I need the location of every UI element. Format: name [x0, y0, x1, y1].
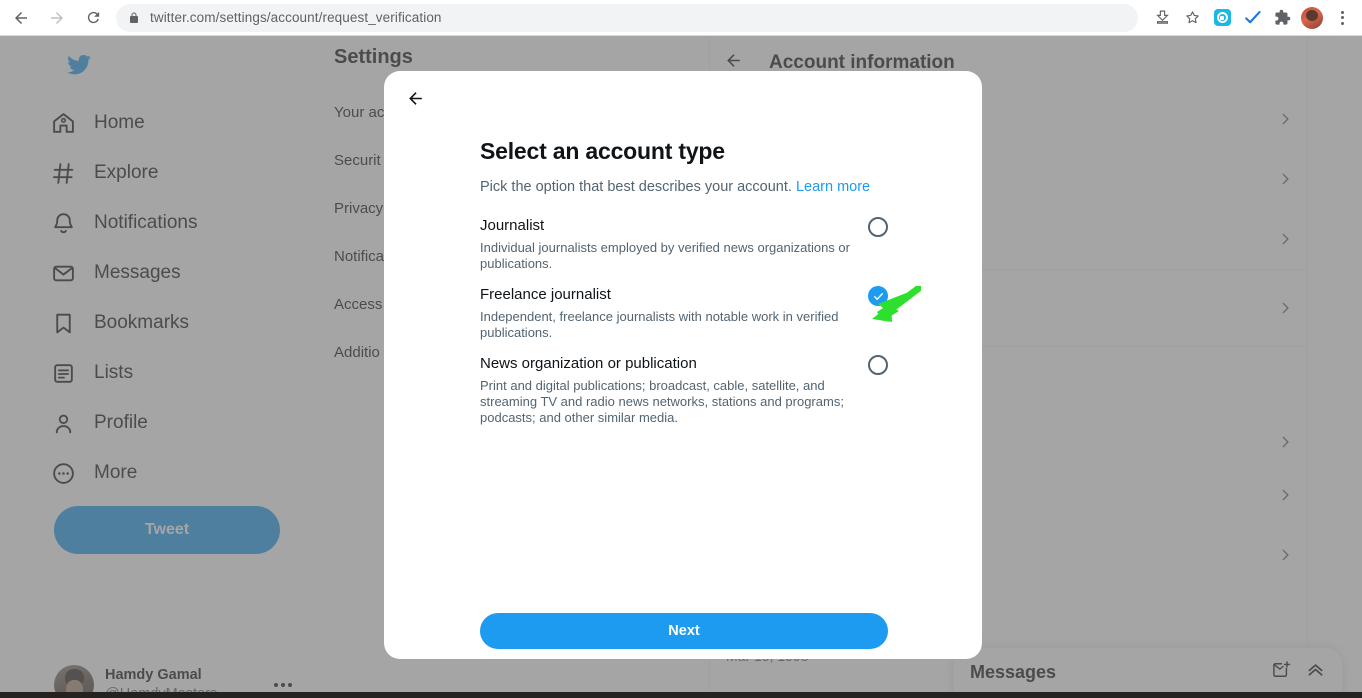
browser-back-button[interactable]: [6, 3, 36, 33]
bookmark-star-icon[interactable]: [1178, 4, 1206, 32]
option-news-organization[interactable]: News organization or publication Print a…: [480, 353, 888, 426]
extension-badge-icon[interactable]: [1208, 4, 1236, 32]
install-icon[interactable]: [1148, 4, 1176, 32]
twitter-page: Home Explore Notifications Messages: [0, 36, 1362, 692]
option-description: Print and digital publications; broadcas…: [480, 378, 844, 425]
annotation-arrow-icon: [869, 284, 923, 337]
modal-back-button[interactable]: [398, 81, 432, 115]
profile-avatar-icon[interactable]: [1298, 4, 1326, 32]
taskbar: [0, 692, 1362, 698]
modal-title: Select an account type: [480, 138, 725, 164]
next-button[interactable]: Next: [480, 613, 888, 649]
option-journalist[interactable]: Journalist Individual journalists employ…: [480, 215, 888, 272]
option-label: Freelance journalist: [480, 286, 611, 303]
modal-body: Select an account type Pick the option t…: [480, 137, 888, 438]
browser-toolbar: twitter.com/settings/account/request_ver…: [0, 0, 1362, 36]
modal-subtitle-text: Pick the option that best describes your…: [480, 179, 792, 195]
extensions-puzzle-icon[interactable]: [1268, 4, 1296, 32]
browser-reload-button[interactable]: [78, 3, 108, 33]
checkmark-extension-icon[interactable]: [1238, 4, 1266, 32]
account-type-options: Journalist Individual journalists employ…: [480, 215, 888, 426]
url-text: twitter.com/settings/account/request_ver…: [150, 10, 442, 25]
option-description: Individual journalists employed by verif…: [480, 240, 850, 271]
modal-subtitle: Pick the option that best describes your…: [480, 177, 888, 197]
browser-forward-button[interactable]: [42, 3, 72, 33]
address-bar[interactable]: twitter.com/settings/account/request_ver…: [116, 3, 1138, 32]
learn-more-link[interactable]: Learn more: [796, 179, 870, 195]
news-organization-radio[interactable]: [868, 355, 888, 375]
option-freelance-journalist[interactable]: Freelance journalist Independent, freela…: [480, 284, 888, 341]
option-description: Independent, freelance journalists with …: [480, 309, 839, 340]
lock-icon: [128, 11, 140, 25]
select-account-type-modal: Select an account type Pick the option t…: [384, 71, 982, 659]
option-label: News organization or publication: [480, 355, 697, 372]
toolbar-icons: [1148, 4, 1362, 32]
option-label: Journalist: [480, 217, 545, 234]
chrome-menu-icon[interactable]: [1328, 4, 1356, 32]
journalist-radio[interactable]: [868, 217, 888, 237]
